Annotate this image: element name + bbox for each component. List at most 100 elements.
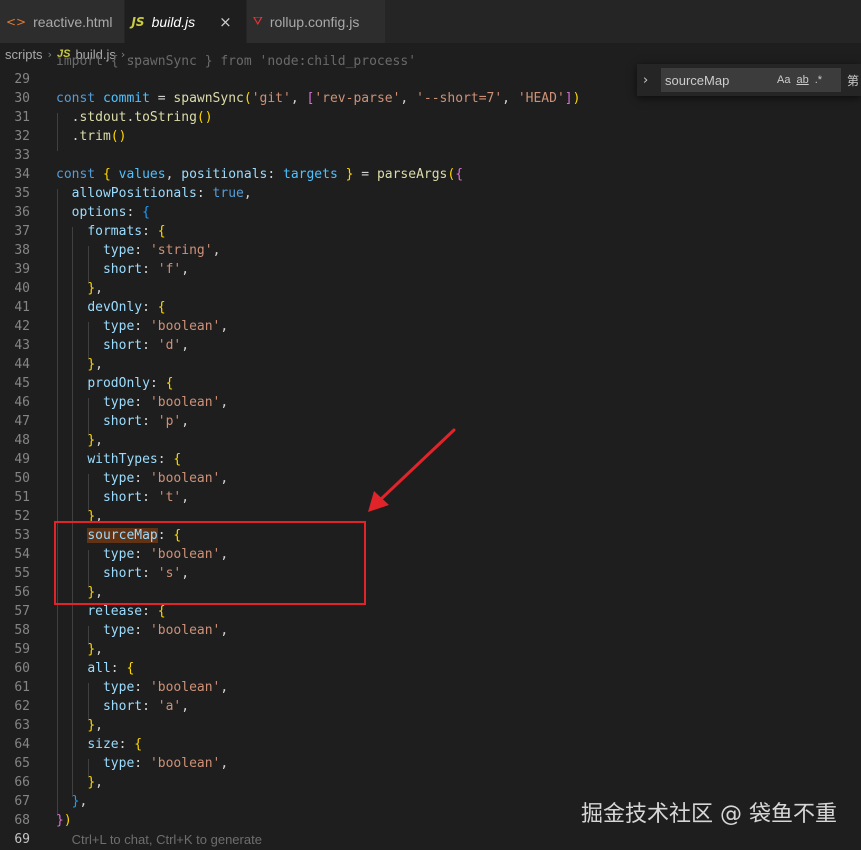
line-number: 31 bbox=[14, 110, 30, 125]
code-text: prodOnly: { bbox=[87, 376, 174, 391]
line-number: 41 bbox=[14, 300, 30, 315]
line-number: 33 bbox=[14, 148, 30, 163]
code-text: }, bbox=[87, 281, 103, 296]
line-number: 45 bbox=[14, 376, 30, 391]
code-line: 63 }, bbox=[0, 716, 861, 735]
code-line: 40 }, bbox=[0, 279, 861, 298]
code-text: withTypes: { bbox=[87, 452, 182, 467]
code-line: 48 }, bbox=[0, 431, 861, 450]
find-input-box[interactable]: Aa ab .* bbox=[661, 68, 841, 92]
code-line: 51 short: 't', bbox=[0, 488, 861, 507]
code-line: 50 type: 'boolean', bbox=[0, 469, 861, 488]
html-file-icon: <> bbox=[6, 14, 27, 29]
code-text: short: 'f', bbox=[102, 262, 190, 277]
line-number: 40 bbox=[14, 281, 30, 296]
line-number: 34 bbox=[14, 167, 30, 182]
line-number: 39 bbox=[14, 262, 30, 277]
line-number: 55 bbox=[14, 566, 30, 581]
code-text: type: 'boolean', bbox=[102, 756, 229, 771]
code-line: 62 short: 'a', bbox=[0, 697, 861, 716]
code-line: 46 type: 'boolean', bbox=[0, 393, 861, 412]
code-text: short: 'a', bbox=[102, 699, 190, 714]
code-line: 58 type: 'boolean', bbox=[0, 621, 861, 640]
line-number: 57 bbox=[14, 604, 30, 619]
code-text: }, bbox=[87, 357, 103, 372]
code-text: type: 'boolean', bbox=[102, 319, 229, 334]
line-number: 63 bbox=[14, 718, 30, 733]
code-line: 49 withTypes: { bbox=[0, 450, 861, 469]
line-number: 60 bbox=[14, 661, 30, 676]
line-number: 48 bbox=[14, 433, 30, 448]
code-line: 45 prodOnly: { bbox=[0, 374, 861, 393]
code-line: 65 type: 'boolean', bbox=[0, 754, 861, 773]
code-text: type: 'boolean', bbox=[102, 395, 229, 410]
tab-rollup-config[interactable]: ⛛ rollup.config.js bbox=[246, 0, 387, 43]
close-icon[interactable]: × bbox=[219, 13, 232, 31]
line-number: 42 bbox=[14, 319, 30, 334]
line-number: 30 bbox=[14, 91, 30, 106]
code-line: 66 }, bbox=[0, 773, 861, 792]
match-case-icon[interactable]: Aa bbox=[777, 74, 790, 86]
code-text: const { values, positionals: targets } =… bbox=[56, 167, 464, 182]
tab-build-js[interactable]: JS build.js × bbox=[125, 0, 247, 43]
js-file-icon: JS bbox=[131, 14, 145, 29]
toggle-replace-icon[interactable]: › bbox=[643, 73, 657, 88]
code-line: 34 const { values, positionals: targets }… bbox=[0, 165, 861, 184]
code-text: }, bbox=[87, 433, 103, 448]
line-number: 47 bbox=[14, 414, 30, 429]
code-text: short: 'p', bbox=[102, 414, 190, 429]
code-text: all: { bbox=[87, 661, 135, 676]
code-text: formats: { bbox=[87, 224, 166, 239]
code-text: }, bbox=[87, 642, 103, 657]
code-line: 60 all: { bbox=[0, 659, 861, 678]
regex-icon[interactable]: .* bbox=[815, 74, 822, 86]
find-results-label: 第 bbox=[847, 73, 860, 88]
code-text: short: 'd', bbox=[102, 338, 190, 353]
line-number: 50 bbox=[14, 471, 30, 486]
code-line: 59 }, bbox=[0, 640, 861, 659]
tab-label: reactive.html bbox=[33, 13, 113, 30]
whole-word-icon[interactable]: ab bbox=[796, 74, 808, 86]
code-line: 35 allowPositionals: true, bbox=[0, 184, 861, 203]
line-number: 62 bbox=[14, 699, 30, 714]
line-number: 66 bbox=[14, 775, 30, 790]
find-input[interactable] bbox=[661, 71, 771, 89]
code-text: type: 'boolean', bbox=[102, 680, 229, 695]
code-line: 44 }, bbox=[0, 355, 861, 374]
code-text: allowPositionals: true, bbox=[71, 186, 252, 201]
code-line: 36 options: { bbox=[0, 203, 861, 222]
line-number: 43 bbox=[14, 338, 30, 353]
line-number: 29 bbox=[14, 72, 30, 87]
code-text: devOnly: { bbox=[87, 300, 166, 315]
code-line: 33 bbox=[0, 146, 861, 165]
code-text: }, bbox=[71, 794, 88, 809]
line-number: 64 bbox=[14, 737, 30, 752]
code-line: 47 short: 'p', bbox=[0, 412, 861, 431]
line-number: 56 bbox=[14, 585, 30, 600]
code-text: type: 'boolean', bbox=[102, 471, 229, 486]
line-number: 52 bbox=[14, 509, 30, 524]
tab-bar-empty bbox=[386, 0, 861, 43]
rollup-file-icon: ⛛ bbox=[252, 14, 263, 28]
ai-hint-text: Ctrl+L to chat, Ctrl+K to generate bbox=[71, 832, 262, 847]
line-number: 65 bbox=[14, 756, 30, 771]
code-line: 42 type: 'boolean', bbox=[0, 317, 861, 336]
code-line: 31 .stdout.toString() bbox=[0, 108, 861, 127]
tab-reactive-html[interactable]: <> reactive.html bbox=[0, 0, 126, 43]
line-number: 67 bbox=[14, 794, 30, 809]
code-text: }, bbox=[87, 718, 103, 733]
code-line: 38 type: 'string', bbox=[0, 241, 861, 260]
line-number: 46 bbox=[14, 395, 30, 410]
annotation-highlight-box bbox=[54, 521, 366, 605]
code-line: 64 size: { bbox=[0, 735, 861, 754]
code-editor[interactable]: import { spawnSync } from 'node:child_pr… bbox=[0, 52, 861, 850]
code-text: .trim() bbox=[56, 129, 127, 144]
code-line: 43 short: 'd', bbox=[0, 336, 861, 355]
code-text: .stdout.toString() bbox=[56, 110, 213, 125]
code-text: short: 't', bbox=[102, 490, 190, 505]
code-line: 39 short: 'f', bbox=[0, 260, 861, 279]
code-text: const commit = spawnSync('git', ['rev-pa… bbox=[56, 91, 581, 106]
line-number: 51 bbox=[14, 490, 30, 505]
code-text: type: 'string', bbox=[102, 243, 221, 258]
code-line: 69 Ctrl+L to chat, Ctrl+K to generate bbox=[0, 830, 861, 849]
